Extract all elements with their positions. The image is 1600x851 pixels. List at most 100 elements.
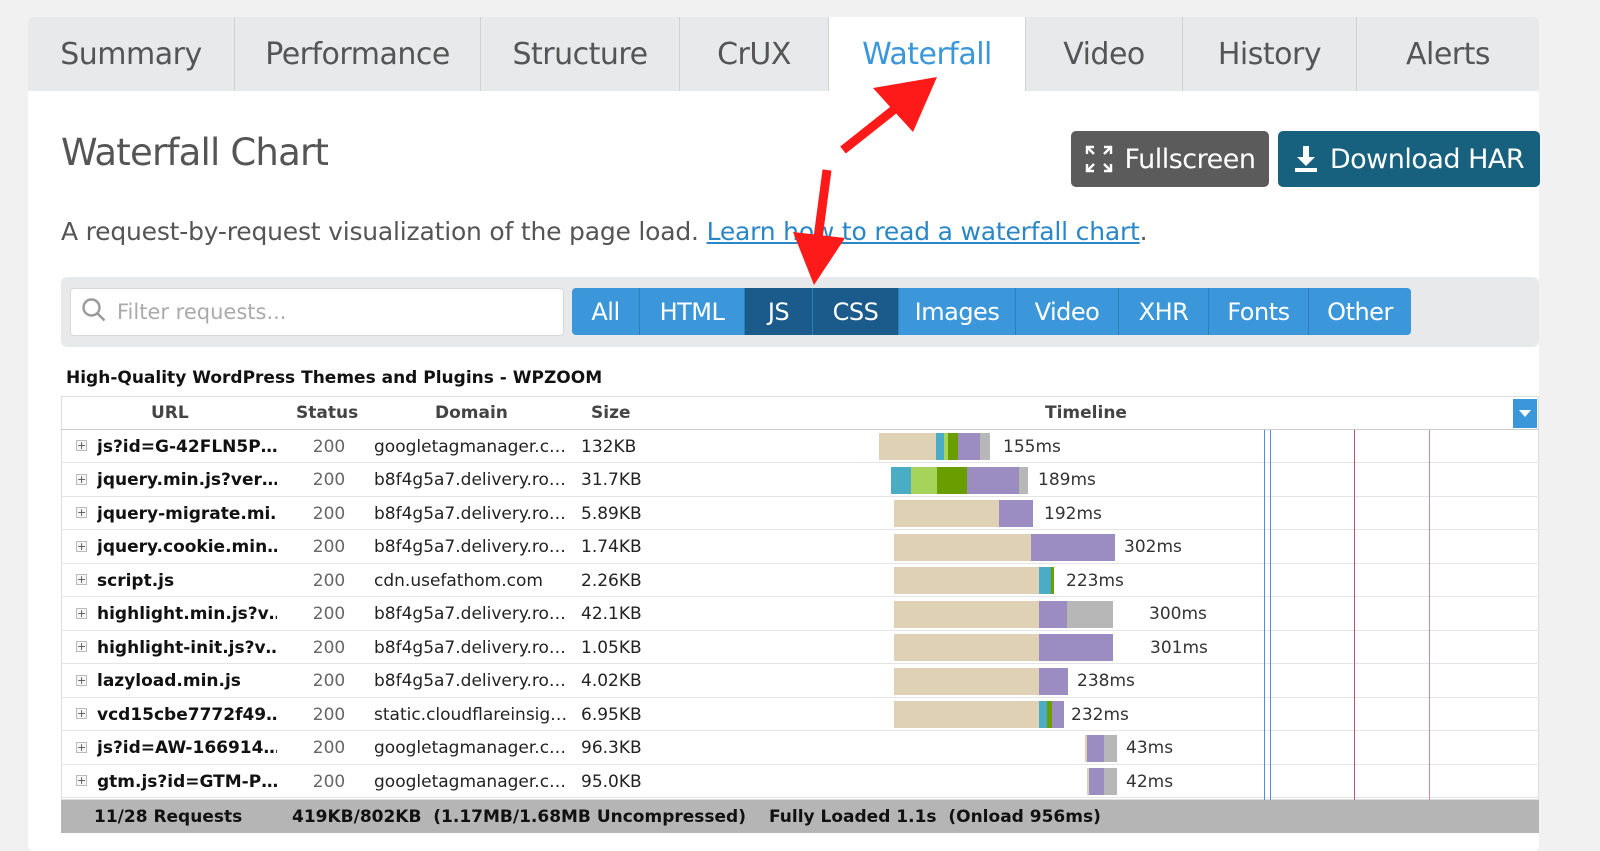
table-row[interactable]: + js?id=G-42FLN5P… 200 googletagmanager.… <box>61 430 1539 463</box>
table-row[interactable]: + highlight-init.js?v… 200 b8f4g5a7.deli… <box>61 631 1539 664</box>
timeline-bar-wait <box>1039 667 1068 695</box>
expand-row-icon[interactable]: + <box>76 540 87 552</box>
table-row[interactable]: + gtm.js?id=GTM-P… 200 googletagmanager.… <box>61 765 1539 798</box>
timeline-bar-dns <box>936 433 944 460</box>
timeline-bar-wait <box>1089 768 1104 795</box>
expand-row-icon[interactable]: + <box>76 440 87 451</box>
filter-video-button[interactable]: Video <box>1016 288 1119 335</box>
tab-crux[interactable]: CrUX <box>680 17 829 91</box>
tab-history[interactable]: History <box>1183 17 1357 91</box>
request-status: 200 <box>312 537 346 557</box>
request-status: 200 <box>312 671 346 691</box>
timeline-bar-blocked <box>894 567 1039 594</box>
table-row[interactable]: + vcd15cbe7772f49… 200 static.cloudflare… <box>61 698 1539 731</box>
filter-xhr-button[interactable]: XHR <box>1119 288 1209 335</box>
request-size: 1.05KB <box>581 637 642 658</box>
timeline-bar-receive <box>1104 768 1117 795</box>
onload-line <box>1429 430 1430 800</box>
timeline-bar-wait <box>999 500 1033 527</box>
tab-waterfall[interactable]: Waterfall <box>829 17 1026 91</box>
timeline-bar-dns <box>1039 701 1047 728</box>
timeline-bar-wait <box>1039 634 1113 661</box>
timeline-bar-wait <box>1031 533 1115 561</box>
expand-row-icon[interactable]: + <box>76 741 87 753</box>
tab-performance[interactable]: Performance <box>235 17 481 91</box>
timeline-bar-dns <box>1039 567 1051 594</box>
request-duration: 301ms <box>1150 637 1208 658</box>
request-url: js?id=AW-166914… <box>97 738 277 758</box>
filter-all-button[interactable]: All <box>572 288 640 335</box>
request-size: 42.1KB <box>581 604 642 624</box>
learn-waterfall-link[interactable]: Learn how to read a waterfall chart <box>707 217 1140 246</box>
expand-row-icon[interactable]: + <box>76 775 87 786</box>
filter-html-button[interactable]: HTML <box>640 288 745 335</box>
first-paint-line <box>1270 430 1271 800</box>
timeline-bar-blocked <box>894 500 999 527</box>
table-row[interactable]: + jquery.min.js?ver… 200 b8f4g5a7.delive… <box>61 464 1539 497</box>
fullscreen-button[interactable]: Fullscreen <box>1071 131 1269 187</box>
request-size: 2.26KB <box>581 570 642 591</box>
timeline-bar-blocked <box>894 634 1039 661</box>
request-url: js?id=G-42FLN5P… <box>97 436 277 457</box>
filter-js-button[interactable]: JS <box>745 288 813 335</box>
request-url: vcd15cbe7772f49… <box>97 704 277 725</box>
request-domain: b8f4g5a7.delivery.ro… <box>374 537 566 557</box>
expand-row-icon[interactable]: + <box>76 574 87 585</box>
request-status: 200 <box>312 637 346 658</box>
filter-images-button[interactable]: Images <box>899 288 1016 335</box>
filter-requests-input[interactable] <box>115 299 539 325</box>
footer-loaded: Fully Loaded 1.1s (Onload 956ms) <box>769 807 1101 827</box>
column-header-domain[interactable]: Domain <box>435 396 508 430</box>
expand-row-icon[interactable]: + <box>76 607 87 619</box>
download-har-button[interactable]: Download HAR <box>1278 131 1540 187</box>
download-icon <box>1294 146 1318 172</box>
column-header-status[interactable]: Status <box>296 396 358 430</box>
request-size: 1.74KB <box>581 537 642 557</box>
expand-row-icon[interactable]: + <box>76 674 87 686</box>
table-row[interactable]: + jquery-migrate.mi… 200 b8f4g5a7.delive… <box>61 497 1539 530</box>
expand-row-icon[interactable]: + <box>76 507 87 518</box>
table-row[interactable]: + js?id=AW-166914… 200 googletagmanager.… <box>61 732 1539 765</box>
expand-row-icon[interactable]: + <box>76 641 87 652</box>
request-size: 6.95KB <box>581 704 642 725</box>
table-row[interactable]: + script.js 200 cdn.usefathom.com 2.26KB… <box>61 564 1539 597</box>
request-status: 200 <box>312 771 346 792</box>
type-filter-group: All HTML JS CSS Images Video XHR Fonts O… <box>572 288 1411 335</box>
dom-loaded-line <box>1354 430 1355 800</box>
start-render-line <box>1264 430 1265 800</box>
filter-css-button[interactable]: CSS <box>813 288 899 335</box>
expand-row-icon[interactable]: + <box>76 708 87 719</box>
tab-summary[interactable]: Summary <box>28 17 235 91</box>
request-domain: b8f4g5a7.delivery.ro… <box>374 470 566 490</box>
request-domain: googletagmanager.c… <box>374 738 566 758</box>
tab-structure[interactable]: Structure <box>481 17 680 91</box>
table-row[interactable]: + highlight.min.js?v… 200 b8f4g5a7.deliv… <box>61 598 1539 631</box>
description-text: A request-by-request visualization of th… <box>61 217 707 246</box>
waterfall-summary-footer: 11/28 Requests 419KB/802KB (1.17MB/1.68M… <box>61 800 1539 833</box>
request-url: script.js <box>97 570 175 591</box>
request-size: 31.7KB <box>581 470 642 490</box>
column-header-url[interactable]: URL <box>151 396 189 430</box>
timeline-bar-wait <box>958 433 980 460</box>
request-duration: 238ms <box>1077 671 1135 691</box>
column-header-size[interactable]: Size <box>591 396 631 430</box>
table-row[interactable]: + lazyload.min.js 200 b8f4g5a7.delivery.… <box>61 665 1539 698</box>
request-domain: b8f4g5a7.delivery.ro… <box>374 503 566 524</box>
waterfall-page-title: High-Quality WordPress Themes and Plugin… <box>66 368 603 388</box>
tab-alerts[interactable]: Alerts <box>1357 17 1539 91</box>
timeline-bar-receive <box>1019 466 1028 494</box>
request-status: 200 <box>312 604 346 624</box>
expand-row-icon[interactable]: + <box>76 473 87 485</box>
timeline-options-button[interactable] <box>1513 399 1537 428</box>
timeline-bar-wait <box>1087 734 1104 762</box>
timeline-bar-blocked <box>894 667 1039 695</box>
request-url: jquery.min.js?ver… <box>97 470 277 490</box>
table-row[interactable]: + jquery.cookie.min… 200 b8f4g5a7.delive… <box>61 531 1539 564</box>
filter-other-button[interactable]: Other <box>1309 288 1411 335</box>
timeline-bar-blocked <box>894 600 1039 628</box>
request-domain: b8f4g5a7.delivery.ro… <box>374 671 566 691</box>
tab-video[interactable]: Video <box>1026 17 1183 91</box>
column-header-timeline[interactable]: Timeline <box>1045 396 1127 430</box>
filter-fonts-button[interactable]: Fonts <box>1209 288 1309 335</box>
request-duration: 155ms <box>1003 436 1061 457</box>
